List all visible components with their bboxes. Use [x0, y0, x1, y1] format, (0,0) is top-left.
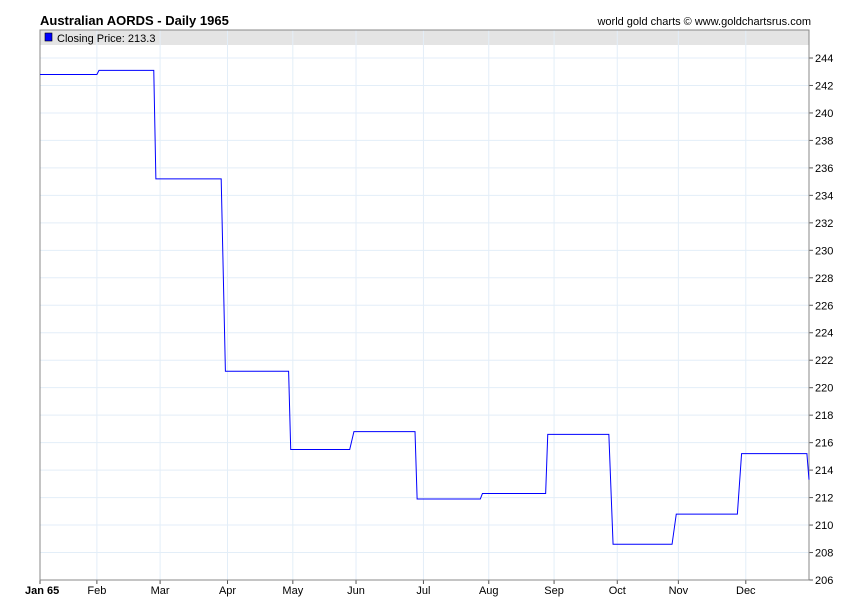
y-tick-label: 212 — [815, 493, 833, 505]
y-tick-label: 226 — [815, 300, 833, 312]
x-tick-label: Oct — [609, 585, 626, 597]
y-tick-label: 234 — [815, 190, 833, 202]
x-tick-label: Jan 65 — [25, 585, 59, 597]
y-tick-label: 228 — [815, 273, 833, 285]
y-tick-label: 244 — [815, 53, 833, 65]
x-tick-label: May — [282, 585, 303, 597]
y-tick-label: 216 — [815, 438, 833, 450]
x-tick-label: Feb — [87, 585, 106, 597]
x-tick-label: Mar — [151, 585, 170, 597]
x-tick-label: Sep — [544, 585, 564, 597]
y-tick-label: 236 — [815, 163, 833, 175]
x-tick-label: Aug — [479, 585, 499, 597]
y-tick-label: 218 — [815, 410, 833, 422]
y-tick-label: 242 — [815, 80, 833, 92]
y-tick-label: 230 — [815, 245, 833, 257]
y-tick-label: 210 — [815, 520, 833, 532]
x-tick-label: Dec — [736, 585, 756, 597]
y-tick-label: 214 — [815, 465, 833, 477]
y-tick-label: 232 — [815, 218, 833, 230]
y-tick-label: 206 — [815, 575, 833, 587]
x-tick-label: Apr — [219, 585, 236, 597]
chart: 206 208 210 212 214 216 218 220 222 224 226 228 230 2… — [25, 29, 833, 597]
series-line-closing-price — [40, 69, 810, 545]
x-tick-label: Jul — [416, 585, 430, 597]
legend-label: Closing Price: 213.3 — [57, 33, 155, 45]
y-tick-label: 222 — [815, 355, 833, 367]
x-tick-label: Jun — [347, 585, 365, 597]
y-tick-label: 220 — [815, 383, 833, 395]
x-tick-label: Nov — [669, 585, 689, 597]
y-tick-label: 238 — [815, 135, 833, 147]
legend-swatch — [44, 32, 53, 42]
y-tick-label: 208 — [815, 548, 833, 560]
y-tick-label: 240 — [815, 108, 833, 120]
y-tick-label: 224 — [815, 328, 833, 340]
